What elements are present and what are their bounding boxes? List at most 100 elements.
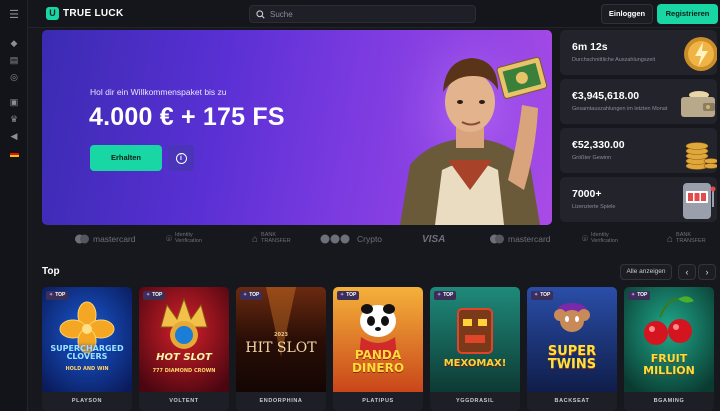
megaphone-icon[interactable]: ◀ [8,130,20,142]
game-provider: PLAYSON [42,392,132,411]
logo-mark: U [46,7,59,20]
info-icon: i [175,152,187,164]
casino-icon[interactable]: ▤ [8,54,20,66]
game-tile[interactable]: ✦ TOP SUPER TWINS BACKSEAT [527,287,617,411]
login-button[interactable]: Einloggen [601,4,653,24]
game-provider: ENDORPHINA [236,392,326,411]
game-tile[interactable]: ✦ TOP 2023 HIT SLOT ENDORPHINA [236,287,326,411]
fire-icon: ✦ [340,292,345,298]
game-title: FRUIT MILLION [643,352,695,377]
payment-label: mastercard [93,234,136,244]
next-arrow-button[interactable]: › [698,264,716,280]
info-button[interactable]: i [168,145,194,171]
stat-value: 7000+ [572,188,602,200]
top-badge: ✦ TOP [46,291,69,300]
game-provider: YGGDRASIL [430,392,520,411]
view-all-button[interactable]: Alle anzeigen [620,264,672,280]
top-badge: ✦ TOP [143,291,166,300]
live-icon[interactable]: ◎ [8,71,20,83]
stat-value: €52,330.00 [572,139,625,151]
game-provider: VOLTENT [139,392,229,411]
stat-label: Lizenzierte Spiele [572,204,616,210]
flag-de-icon[interactable] [8,148,20,160]
menu-icon[interactable]: ☰ [8,9,20,21]
wallet-icon [681,91,715,117]
payment-methods-strip: mastercard ⌾ Identity Verification ⌂ BANK … [42,230,718,248]
top-badge: ✦ TOP [434,291,457,300]
payment-label: BANK TRANSFER [676,232,706,244]
stats-panel: 6m 12s Durchschnittliche Auszahlungszeit… [560,30,717,226]
bank-icon: ⌂ [252,233,259,245]
game-tile[interactable]: ✦ TOP PANDA DINERO PLATIPUS [333,287,423,411]
stat-label: Gesamtauszahlungen im letzten Monat [572,106,668,112]
payment-crypto: Crypto [320,230,382,248]
search-box[interactable] [249,5,476,23]
top-bar: U TRUE LUCK Einloggen Registrieren [28,0,720,28]
fire-icon: ✦ [243,292,248,298]
claim-bonus-button[interactable]: Erhalten [90,145,162,171]
section-title: Top [42,266,60,277]
game-title: HIT SLOT [245,340,317,356]
payment-visa: VISA [422,230,445,248]
lightning-icon [684,37,717,71]
gift-icon[interactable]: ▣ [8,96,20,108]
crypto-coins-icon [320,234,350,244]
game-subtitle: HOLD AND WIN [65,366,109,372]
hero-banner[interactable]: Hol dir ein Willkommenspaket bis zu 4.00… [42,30,552,225]
fingerprint-icon: ⌾ [582,233,588,245]
top-badge: ✦ TOP [628,291,651,300]
payment-label: Identity Verification [175,232,202,244]
stat-value: 6m 12s [572,41,608,53]
payment-label: mastercard [508,234,551,244]
payment-label: Identity Verification [591,232,618,244]
game-cover [333,287,423,392]
payment-bank: ⌂ BANK TRANSFER [667,230,706,248]
stat-card: €3,945,618.00 Gesamtauszahlungen im letz… [560,79,717,124]
fire-icon: ✦ [49,292,54,298]
fingerprint-icon: ⌾ [166,233,172,245]
stat-card: 6m 12s Durchschnittliche Auszahlungszeit [560,30,717,75]
fire-icon: ✦ [437,292,442,298]
stat-label: Größter Gewinn [572,155,612,161]
search-icon [256,9,265,19]
hero-title: 4.000 € + 175 FS [89,103,285,131]
poker-chip-icon[interactable]: ◆ [8,37,20,49]
brand-logo[interactable]: U TRUE LUCK [46,7,123,20]
register-button[interactable]: Registrieren [657,4,718,24]
stat-label: Durchschnittliche Auszahlungszeit [572,57,656,63]
stat-card: €52,330.00 Größter Gewinn [560,128,717,173]
fire-icon: ✦ [146,292,151,298]
payment-identity: ⌾ Identity Verification [582,230,631,248]
payment-mastercard: mastercard [74,230,136,248]
prev-arrow-button[interactable]: ‹ [678,264,696,280]
game-title: SUPERCHARGED CLOVERS [50,344,124,361]
game-provider: PLATIPUS [333,392,423,411]
games-carousel: ✦ TOP SUPERCHARGED CLOVERS HOLD AND WIN P… [42,287,720,411]
game-tile[interactable]: ✦ TOP SUPERCHARGED CLOVERS HOLD AND WIN P… [42,287,132,411]
logo-text: TRUE LUCK [63,8,124,19]
slot-machine-icon [683,183,716,219]
game-cover [139,287,229,392]
game-tile[interactable]: ✦ TOP HOT SLOT 777 DIAMOND CROWN VOLTENT [139,287,229,411]
hero-subtitle: Hol dir ein Willkommenspaket bis zu [90,87,227,97]
search-input[interactable] [270,9,460,19]
top-badge: ✦ TOP [337,291,360,300]
game-subtitle: 2023 [274,332,288,338]
payment-label: BANK TRANSFER [261,232,291,244]
stat-card: 7000+ Lizenzierte Spiele [560,177,717,222]
payment-label: Crypto [357,234,383,244]
game-cover [42,287,132,392]
payment-mastercard: mastercard [489,230,551,248]
stat-value: €3,945,618.00 [572,90,640,102]
coins-icon [685,142,717,170]
game-tile[interactable]: ✦ TOP MEXOMAX! YGGDRASIL [430,287,520,411]
game-title: SUPER TWINS [547,344,597,372]
crown-icon[interactable]: ♛ [8,113,20,125]
game-tile[interactable]: ✦ TOP FRUIT MILLION BGAMING [624,287,714,411]
game-provider: BGAMING [624,392,714,411]
payment-identity: ⌾ Identity Verification [166,230,215,248]
game-cover [430,287,520,392]
payment-bank: ⌂ BANK TRANSFER [252,230,291,248]
game-title: PANDA DINERO [351,348,405,375]
game-title: HOT SLOT [156,352,212,363]
